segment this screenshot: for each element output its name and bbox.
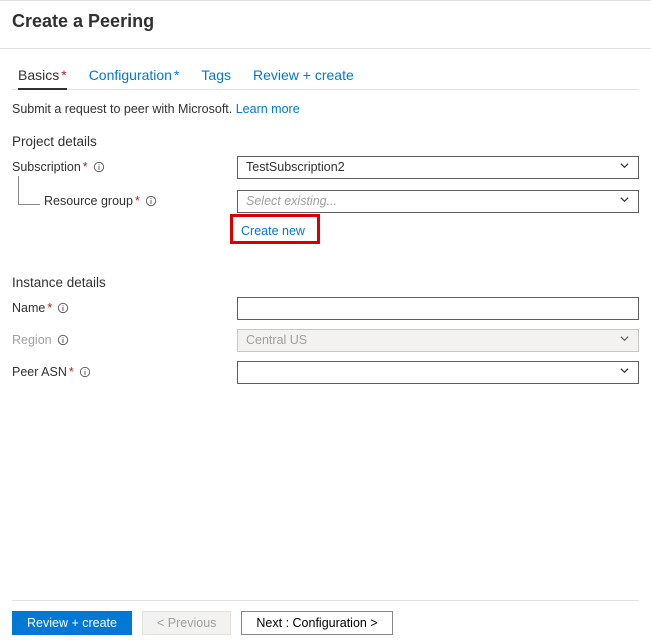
peer-asn-row: Peer ASN * bbox=[12, 360, 639, 384]
tab-tags[interactable]: Tags bbox=[201, 67, 231, 89]
tab-tags-label: Tags bbox=[201, 67, 231, 83]
description: Submit a request to peer with Microsoft.… bbox=[12, 102, 639, 116]
instance-details-heading: Instance details bbox=[12, 275, 639, 290]
info-icon[interactable] bbox=[93, 161, 105, 173]
name-row: Name * bbox=[12, 296, 639, 320]
info-icon[interactable] bbox=[57, 334, 69, 346]
page-title: Create a Peering bbox=[0, 1, 651, 48]
chevron-down-icon bbox=[619, 194, 630, 208]
tab-review-create[interactable]: Review + create bbox=[253, 67, 354, 89]
resource-group-select[interactable]: Select existing... bbox=[237, 190, 639, 213]
info-icon[interactable] bbox=[57, 302, 69, 314]
peer-asn-label: Peer ASN bbox=[12, 365, 67, 379]
tab-basics[interactable]: Basics* bbox=[18, 67, 67, 89]
region-value: Central US bbox=[246, 333, 307, 347]
create-new-link[interactable]: Create new bbox=[237, 221, 309, 241]
resource-group-placeholder: Select existing... bbox=[246, 194, 337, 208]
chevron-down-icon bbox=[619, 160, 630, 174]
info-icon[interactable] bbox=[145, 195, 157, 207]
previous-button: < Previous bbox=[142, 611, 231, 635]
learn-more-link[interactable]: Learn more bbox=[236, 102, 300, 116]
region-select: Central US bbox=[237, 329, 639, 352]
required-star: * bbox=[83, 160, 88, 174]
tab-basics-label: Basics bbox=[18, 67, 59, 83]
required-star: * bbox=[69, 365, 74, 379]
info-icon[interactable] bbox=[79, 366, 91, 378]
tab-required-indicator: * bbox=[61, 67, 66, 83]
peer-asn-select[interactable] bbox=[237, 361, 639, 384]
subscription-value: TestSubscription2 bbox=[246, 160, 345, 174]
chevron-down-icon bbox=[619, 333, 630, 347]
resource-group-row: Resource group * Select existing... bbox=[12, 189, 639, 213]
tree-connector-icon bbox=[12, 192, 44, 210]
tabs-bar: Basics* Configuration* Tags Review + cre… bbox=[0, 49, 651, 89]
name-input[interactable] bbox=[237, 297, 639, 320]
region-label: Region bbox=[12, 333, 52, 347]
tab-required-indicator: * bbox=[174, 67, 179, 83]
required-star: * bbox=[47, 301, 52, 315]
content-area: Submit a request to peer with Microsoft.… bbox=[0, 90, 651, 384]
required-star: * bbox=[135, 194, 140, 208]
footer-bar: Review + create < Previous Next : Config… bbox=[12, 600, 639, 635]
tab-configuration[interactable]: Configuration* bbox=[89, 67, 180, 89]
subscription-label: Subscription bbox=[12, 160, 81, 174]
project-details-heading: Project details bbox=[12, 134, 639, 149]
tab-configuration-label: Configuration bbox=[89, 67, 172, 83]
subscription-select[interactable]: TestSubscription2 bbox=[237, 156, 639, 179]
review-create-button[interactable]: Review + create bbox=[12, 611, 132, 635]
next-configuration-button[interactable]: Next : Configuration > bbox=[241, 611, 392, 635]
chevron-down-icon bbox=[619, 365, 630, 379]
region-row: Region Central US bbox=[12, 328, 639, 352]
create-new-wrap: Create new bbox=[237, 221, 639, 245]
name-label: Name bbox=[12, 301, 45, 315]
subscription-row: Subscription * TestSubscription2 bbox=[12, 155, 639, 179]
description-text: Submit a request to peer with Microsoft. bbox=[12, 102, 232, 116]
resource-group-label: Resource group bbox=[44, 194, 133, 208]
tab-review-label: Review + create bbox=[253, 67, 354, 83]
